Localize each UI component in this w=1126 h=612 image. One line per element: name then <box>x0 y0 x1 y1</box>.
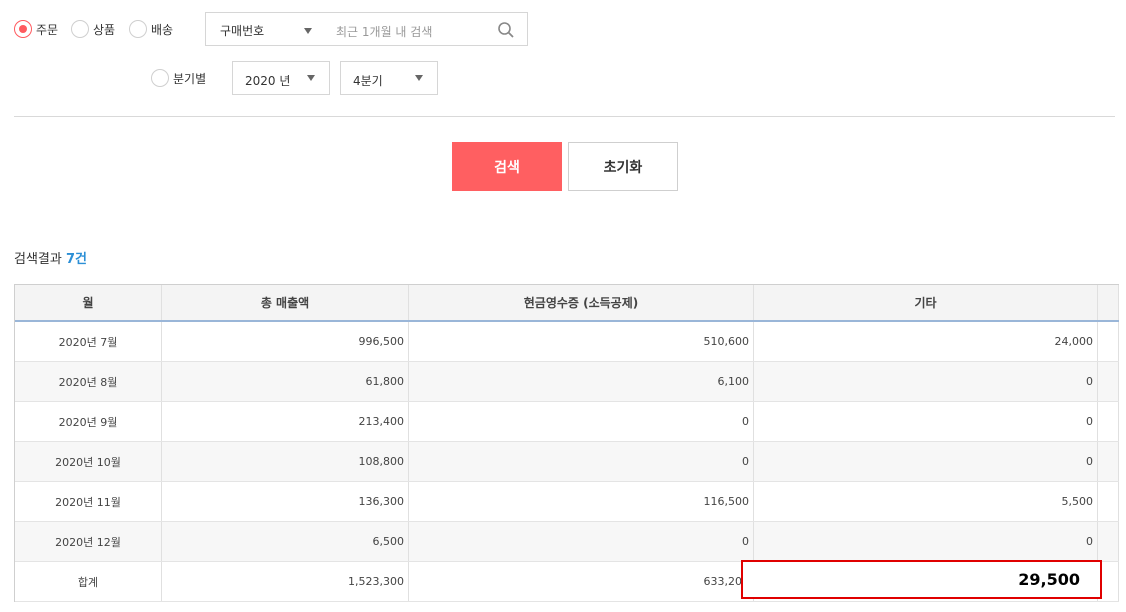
filter-divider <box>14 116 1115 117</box>
table-row[interactable]: 2020년 8월 61,800 6,100 0 <box>15 362 1119 402</box>
result-summary: 검색결과 7건 <box>14 248 87 267</box>
radio-delivery[interactable]: 배송 <box>129 20 173 38</box>
cell-cash: 0 <box>409 402 754 441</box>
year-select-value: 2020 년 <box>245 74 291 88</box>
cell-total: 136,300 <box>162 482 409 521</box>
search-input[interactable]: 최근 1개월 내 검색 <box>336 23 432 40</box>
row-spacer <box>1098 482 1119 521</box>
table-header: 월 총 매출액 현금영수증 (소득공제) 기타 <box>15 285 1119 322</box>
radio-product-indicator[interactable] <box>71 20 89 38</box>
cell-etc: 24,000 <box>754 322 1098 361</box>
cell-cash: 6,100 <box>409 362 754 401</box>
header-month[interactable]: 월 <box>15 285 162 320</box>
cell-total: 996,500 <box>162 322 409 361</box>
chevron-down-icon <box>307 75 315 81</box>
header-total-sales[interactable]: 총 매출액 <box>162 285 409 320</box>
row-spacer <box>1098 322 1119 361</box>
radio-quarterly-indicator[interactable] <box>151 69 169 87</box>
row-spacer <box>1098 522 1119 561</box>
chevron-down-icon[interactable] <box>304 28 312 34</box>
result-label: 검색결과 <box>14 252 62 267</box>
cell-etc: 0 <box>754 442 1098 481</box>
search-field-select[interactable]: 구매번호 <box>220 22 264 39</box>
summary-etc-highlight: 29,500 <box>741 560 1102 599</box>
cell-etc: 0 <box>754 522 1098 561</box>
header-scroll-spacer <box>1098 285 1119 320</box>
cell-month: 2020년 7월 <box>15 322 162 361</box>
cell-summary-total: 1,523,300 <box>162 562 409 601</box>
quarter-select-value: 4분기 <box>353 74 383 88</box>
cell-month: 2020년 10월 <box>15 442 162 481</box>
cell-summary-label: 합계 <box>15 562 162 601</box>
header-etc[interactable]: 기타 <box>754 285 1098 320</box>
radio-quarterly[interactable]: 분기별 <box>151 69 206 87</box>
cell-month: 2020년 9월 <box>15 402 162 441</box>
search-box: 구매번호 최근 1개월 내 검색 <box>205 12 528 46</box>
radio-product-label: 상품 <box>93 22 116 37</box>
table-row[interactable]: 2020년 9월 213,400 0 0 <box>15 402 1119 442</box>
cell-month: 2020년 11월 <box>15 482 162 521</box>
radio-quarterly-label: 분기별 <box>173 71 207 86</box>
cell-cash: 0 <box>409 442 754 481</box>
cell-summary-cash: 633,200 <box>409 562 754 601</box>
cell-cash: 0 <box>409 522 754 561</box>
cell-month: 2020년 12월 <box>15 522 162 561</box>
cell-etc: 0 <box>754 402 1098 441</box>
cell-etc: 0 <box>754 362 1098 401</box>
cell-month: 2020년 8월 <box>15 362 162 401</box>
radio-order-label: 주문 <box>36 22 59 37</box>
cell-cash: 116,500 <box>409 482 754 521</box>
chevron-down-icon <box>415 75 423 81</box>
reset-button[interactable]: 초기화 <box>568 142 678 191</box>
cell-etc: 5,500 <box>754 482 1098 521</box>
table-row[interactable]: 2020년 11월 136,300 116,500 5,500 <box>15 482 1119 522</box>
cell-total: 6,500 <box>162 522 409 561</box>
radio-order-indicator[interactable] <box>14 20 32 38</box>
row-spacer <box>1098 442 1119 481</box>
sales-table: 월 총 매출액 현금영수증 (소득공제) 기타 2020년 7월 996,500… <box>14 284 1119 602</box>
cell-total: 61,800 <box>162 362 409 401</box>
row-spacer <box>1098 402 1119 441</box>
result-count: 7건 <box>65 252 87 267</box>
radio-order[interactable]: 주문 <box>14 20 58 38</box>
cell-total: 108,800 <box>162 442 409 481</box>
radio-delivery-indicator[interactable] <box>129 20 147 38</box>
cell-total: 213,400 <box>162 402 409 441</box>
year-select[interactable]: 2020 년 <box>232 61 330 95</box>
table-row[interactable]: 2020년 7월 996,500 510,600 24,000 <box>15 322 1119 362</box>
radio-product[interactable]: 상품 <box>71 20 115 38</box>
quarter-select[interactable]: 4분기 <box>340 61 438 95</box>
table-row[interactable]: 2020년 12월 6,500 0 0 <box>15 522 1119 562</box>
search-icon[interactable] <box>497 21 515 39</box>
row-spacer <box>1098 362 1119 401</box>
cell-cash: 510,600 <box>409 322 754 361</box>
header-cash-receipt[interactable]: 현금영수증 (소득공제) <box>409 285 754 320</box>
radio-delivery-label: 배송 <box>151 22 174 37</box>
search-button[interactable]: 검색 <box>452 142 562 191</box>
table-row[interactable]: 2020년 10월 108,800 0 0 <box>15 442 1119 482</box>
